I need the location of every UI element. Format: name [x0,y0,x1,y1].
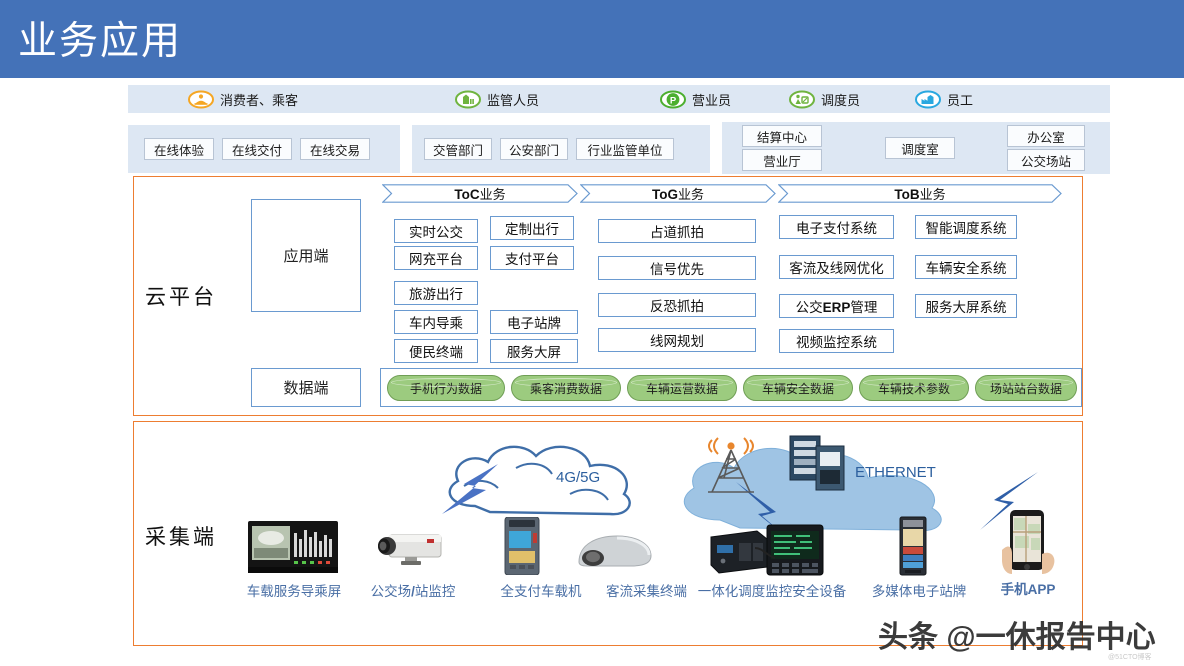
data-cylinder[interactable]: 车辆技术参数 [859,375,969,401]
stakeholder-box[interactable]: 在线交付 [222,138,292,160]
svg-text:P: P [670,95,677,106]
role-consumer[interactable]: 消费者、乘客 [188,88,298,110]
network-label-4g5g: 4G/5G [556,469,600,486]
service-item[interactable]: 定制出行 [490,216,574,240]
banner-tob[interactable]: ToB业务 [778,184,1062,203]
stakeholder-box[interactable]: 公安部门 [500,138,568,160]
slide-header: 业务应用 [0,0,1184,78]
page-title: 业务应用 [18,10,182,66]
role-dispatcher[interactable]: 调度员 [789,88,860,110]
roles-band: 消费者、乘客 监管人员 P 营业员 [128,85,1110,113]
service-item-label: 公交ERP管理 [796,296,878,316]
stakeholder-box[interactable]: 交管部门 [424,138,492,160]
regulator-building-icon [455,90,481,109]
service-item[interactable]: 便民终端 [394,339,478,363]
data-cylinder[interactable]: 场站站台数据 [975,375,1077,401]
watermark-small: @51CTO博客 [1108,652,1152,662]
role-staff[interactable]: 员工 [915,88,973,110]
stakeholder-box[interactable]: 行业监管单位 [576,138,674,160]
stakeholder-box[interactable]: 调度室 [885,137,955,159]
data-cylinder[interactable]: 乘客消费数据 [511,375,621,401]
dispatcher-icon [789,90,815,109]
cctv-camera-icon [371,527,453,569]
service-item[interactable]: 旅游出行 [394,281,478,305]
banner-label: ToB业务 [778,184,1062,203]
device-caption: 手机APP [988,578,1068,598]
banner-toc[interactable]: ToC业务 [382,184,578,203]
service-item[interactable]: 信号优先 [598,256,756,280]
device-caption: 公交场/站监控 [363,580,463,600]
service-item[interactable]: 车内导乘 [394,310,478,334]
collection-layer-title: 采集端 [145,521,217,551]
stakeholder-box[interactable]: 营业厅 [742,149,822,171]
slide-root: 业务应用 消费者、乘客 [0,0,1184,666]
electronic-bus-stop-icon [899,516,927,576]
stakeholder-box[interactable]: 办公室 [1007,125,1085,147]
watermark-text: 头条 @一休报告中心 [878,612,1156,656]
lightning-bolt-icon [436,462,516,518]
service-item[interactable]: 视频监控系统 [779,329,894,353]
stakeholder-group-consumer: 在线体验 在线交付 在线交易 [128,125,400,173]
service-item[interactable]: 电子站牌 [490,310,578,334]
data-cylinder[interactable]: 手机行为数据 [387,375,505,401]
role-label: 员工 [947,90,973,109]
stakeholder-box[interactable]: 在线交易 [300,138,370,160]
role-label: 消费者、乘客 [220,90,298,109]
data-strip: 手机行为数据 乘客消费数据 车辆运营数据 车辆安全数据 车辆技术参数 场站站台数… [380,368,1082,407]
mobile-phone-icon [1002,510,1058,576]
passenger-counter-icon [573,532,655,568]
role-regulator[interactable]: 监管人员 [455,88,539,110]
stakeholder-box[interactable]: 在线体验 [144,138,214,160]
device-caption: 多媒体电子站牌 [856,580,982,600]
cloud-platform-title: 云平台 [145,281,217,311]
service-item[interactable]: 实时公交 [394,219,478,243]
service-item[interactable]: 车辆安全系统 [915,255,1017,279]
service-item[interactable]: 电子支付系统 [779,215,894,239]
device-caption: 一体化调度监控安全设备 [686,580,858,600]
service-item[interactable]: 客流及线网优化 [779,255,894,279]
stakeholder-box[interactable]: 结算中心 [742,125,822,147]
stakeholder-box[interactable]: 公交场站 [1007,149,1085,171]
role-label: 调度员 [821,90,860,109]
staff-factory-icon [915,90,941,109]
vehicle-display-icon [248,521,338,573]
stakeholder-group-business: 结算中心 营业厅 调度室 办公室 公交场站 [722,122,1110,174]
device-cable [755,546,775,562]
service-item[interactable]: 占道抓拍 [598,219,756,243]
server-rack-icon [786,434,852,496]
data-cylinder[interactable]: 车辆运营数据 [627,375,737,401]
application-side-box[interactable]: 应用端 [251,199,361,312]
network-label-ethernet: ETHERNET [855,464,936,481]
service-item[interactable]: 支付平台 [490,246,574,270]
stakeholder-group-government: 交管部门 公安部门 行业监管单位 [412,125,710,173]
antenna-tower-icon [700,430,762,496]
passenger-icon [188,90,214,109]
data-side-box[interactable]: 数据端 [251,368,361,407]
service-item[interactable]: 智能调度系统 [915,215,1017,239]
data-cylinder[interactable]: 车辆安全数据 [743,375,853,401]
service-item[interactable]: 服务大屏 [490,339,578,363]
role-clerk[interactable]: P 营业员 [660,88,731,110]
role-label: 监管人员 [487,90,539,109]
payment-terminal-icon [503,517,541,575]
banner-label: ToG业务 [580,184,776,203]
service-item[interactable]: 公交ERP管理 [779,294,894,318]
banner-tog[interactable]: ToG业务 [580,184,776,203]
service-item[interactable]: 线网规划 [598,328,756,352]
service-item[interactable]: 反恐抓拍 [598,293,756,317]
role-label: 营业员 [692,90,731,109]
banner-label: ToC业务 [382,184,578,203]
service-item[interactable]: 网充平台 [394,246,478,270]
parking-p-icon: P [660,90,686,109]
device-caption: 车载服务导乘屏 [238,580,350,600]
service-item[interactable]: 服务大屏系统 [915,294,1017,318]
